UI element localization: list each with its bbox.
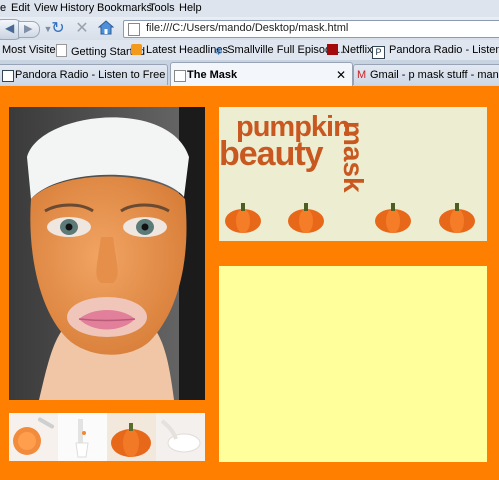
tab-label: The Mask bbox=[187, 69, 238, 81]
thumbnail-spoon-orange[interactable] bbox=[9, 413, 58, 461]
bookmark-netflix[interactable]: Netflix bbox=[327, 44, 373, 56]
back-icon: ◀ bbox=[5, 21, 15, 35]
forward-button[interactable]: ▶ bbox=[18, 21, 40, 38]
netflix-icon bbox=[327, 44, 338, 55]
thumbnail-pumpkin[interactable] bbox=[107, 413, 156, 461]
pumpkin-icon bbox=[375, 203, 411, 233]
page-icon bbox=[56, 44, 67, 57]
pumpkin-beauty-mask-banner: pumpkin beauty mask bbox=[219, 107, 487, 241]
pumpkin-icon bbox=[225, 203, 261, 233]
content-panel bbox=[219, 266, 487, 462]
url-text: file:///C:/Users/mando/Desktop/mask.html bbox=[146, 22, 349, 34]
pumpkin-icon bbox=[439, 203, 475, 233]
browser-chrome: e Edit View History Bookmarks Tools Help… bbox=[0, 0, 499, 87]
tab-label: Gmail - p mask stuff - mandocal3 bbox=[370, 69, 499, 81]
page-content: pumpkin beauty mask bbox=[0, 86, 499, 480]
tab-pandora[interactable]: Pandora Radio - Listen to Free Inter... bbox=[0, 64, 168, 85]
forward-icon: ▶ bbox=[24, 23, 33, 35]
tab-gmail[interactable]: M Gmail - p mask stuff - mandocal3 bbox=[353, 64, 499, 85]
banner-word-beauty: beauty bbox=[219, 135, 324, 173]
thumbnail-milk-bowl[interactable] bbox=[156, 413, 205, 461]
reload-icon[interactable]: ↻ bbox=[49, 20, 67, 38]
snowflake-icon: ❄ bbox=[214, 46, 224, 58]
banner-word-mask: mask bbox=[338, 121, 369, 193]
pumpkin-icon bbox=[288, 203, 324, 233]
bookmarks-toolbar: Most Visited Getting Started Latest Head… bbox=[0, 40, 499, 60]
menu-tools[interactable]: Tools bbox=[149, 2, 175, 14]
page-file-icon bbox=[128, 23, 140, 36]
face-mask-photo bbox=[9, 107, 205, 400]
navigation-toolbar: ◀ ▶ ▼ ↻ ✕ file:///C:/Users/mando/Desktop… bbox=[0, 17, 499, 40]
rss-icon bbox=[131, 44, 142, 55]
menu-history[interactable]: History bbox=[60, 2, 94, 14]
gmail-icon: M bbox=[357, 69, 367, 81]
bookmark-most-visited[interactable]: Most Visited bbox=[2, 44, 62, 56]
tab-strip: Pandora Radio - Listen to Free Inter... … bbox=[0, 60, 499, 87]
thumbnail-strip bbox=[9, 413, 205, 461]
home-icon[interactable] bbox=[97, 20, 115, 38]
close-tab-icon[interactable]: ✕ bbox=[336, 68, 346, 82]
tab-the-mask[interactable]: The Mask ✕ bbox=[170, 62, 353, 87]
stop-icon[interactable]: ✕ bbox=[73, 20, 91, 38]
pandora-icon bbox=[2, 70, 14, 82]
page-icon bbox=[174, 70, 186, 82]
thumbnail-cream-spoon[interactable] bbox=[58, 413, 107, 461]
menu-bar: e Edit View History Bookmarks Tools Help bbox=[0, 0, 499, 17]
menu-help[interactable]: Help bbox=[179, 2, 202, 14]
address-bar[interactable]: file:///C:/Users/mando/Desktop/mask.html bbox=[123, 20, 499, 38]
menu-file[interactable]: e bbox=[0, 2, 6, 14]
menu-bookmarks[interactable]: Bookmarks bbox=[97, 2, 152, 14]
pandora-icon: P bbox=[372, 46, 385, 59]
tab-label: Pandora Radio - Listen to Free Inter... bbox=[15, 69, 167, 81]
menu-edit[interactable]: Edit bbox=[11, 2, 30, 14]
menu-view[interactable]: View bbox=[34, 2, 58, 14]
bookmark-pandora[interactable]: P Pandora Radio - Listen... bbox=[372, 44, 499, 59]
